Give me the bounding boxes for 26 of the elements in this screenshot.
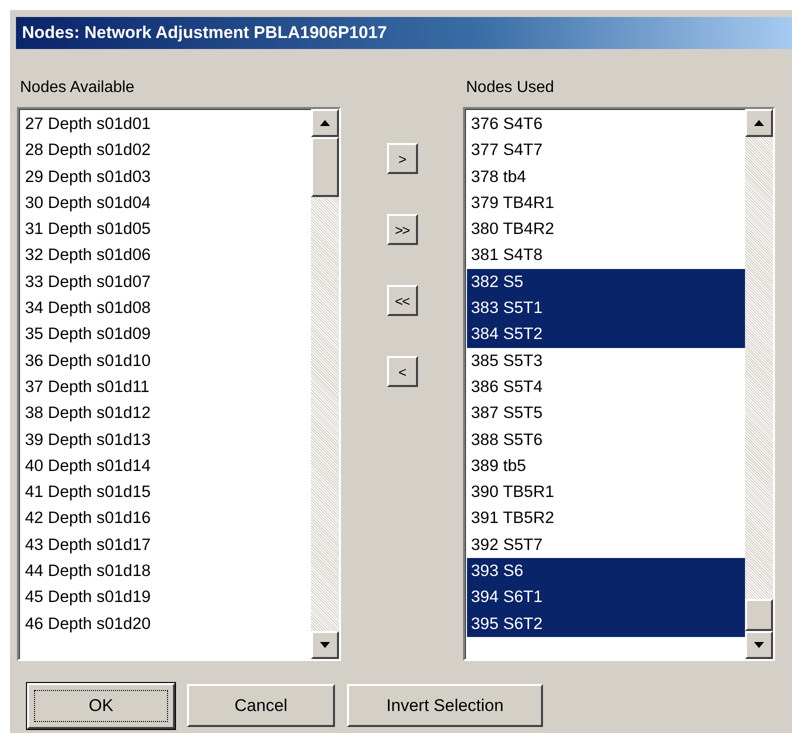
scroll-up-icon[interactable] (311, 109, 339, 137)
list-box[interactable] (17, 107, 341, 661)
list-item[interactable]: 395 S6T2 (467, 610, 745, 637)
list-label: Nodes Available (20, 78, 136, 98)
scrollbar[interactable] (311, 109, 339, 659)
dialog-button[interactable]: OK (27, 683, 175, 729)
list-item[interactable]: 384 S5T2 (467, 321, 745, 348)
list-box[interactable]: 376 S4T6 377 S4T7 378 tb4 379 TB4R1 380 TB4R2 381 S4T8 382 S5 383 S5T1 384 S5T2 385 S5T3 386 S5T4 387 S5T5 388 S5T6 389 tb5 390 TB5R1 391 TB5R2 392 S5T7 393 S6 394 S6T1 395 S6T2 (463, 107, 775, 661)
scroll-thumb[interactable] (745, 599, 773, 631)
transfer-button[interactable]: << (386, 285, 418, 316)
dialog-button[interactable]: Invert Selection (347, 684, 543, 727)
list-item[interactable]: 382 S5 (467, 268, 745, 296)
scroll-up-icon[interactable] (745, 109, 773, 137)
scrollbar[interactable] (745, 109, 773, 659)
transfer-button[interactable]: >> (386, 214, 418, 245)
list-item[interactable]: 393 S6 (467, 558, 745, 584)
transfer-button[interactable]: < (386, 356, 418, 387)
list-item[interactable]: 394 S6T1 (467, 584, 745, 611)
scroll-thumb[interactable] (311, 137, 339, 197)
list-label: Nodes Used (466, 78, 556, 98)
dialog-button[interactable]: Cancel (187, 684, 335, 727)
scroll-down-icon[interactable] (311, 631, 339, 659)
transfer-button[interactable]: > (386, 143, 418, 174)
scroll-down-icon[interactable] (745, 631, 773, 659)
list-item[interactable]: 383 S5T1 (467, 295, 745, 322)
window-title: Nodes: Network Adjustment PBLA1906P1017 (16, 17, 792, 49)
